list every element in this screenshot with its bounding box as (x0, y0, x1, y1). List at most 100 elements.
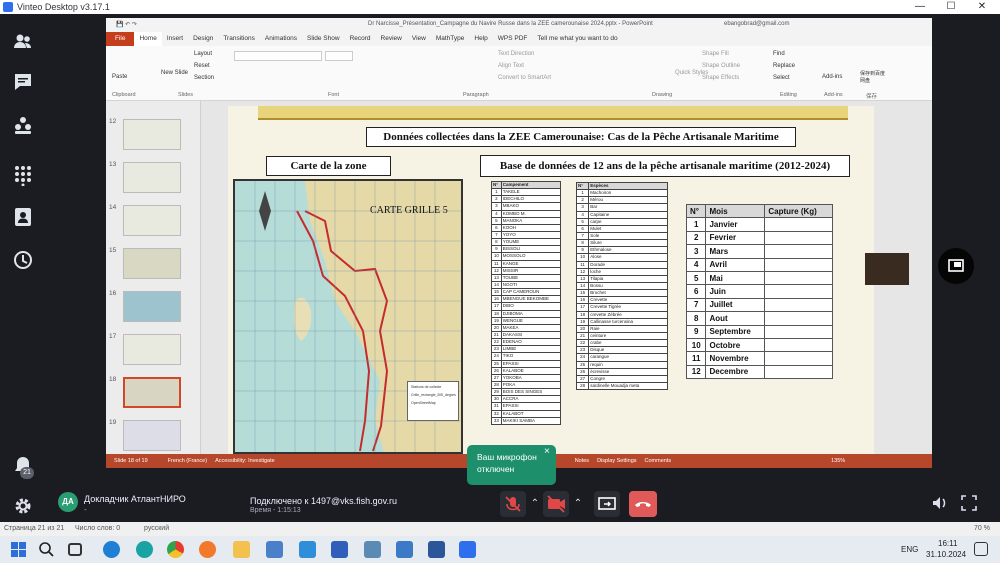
tab-transitions[interactable]: Transitions (218, 32, 260, 46)
table-row: 5 carpe (575, 217, 668, 226)
tab-mathtype[interactable]: MathType (431, 32, 470, 46)
shape-outline-button[interactable]: Shape Outline (702, 63, 740, 69)
slide-thumbnail[interactable] (123, 291, 181, 322)
edge-legacy-icon[interactable] (103, 541, 120, 558)
addins-button[interactable]: Add-ins (822, 74, 842, 80)
firefox-icon[interactable] (199, 541, 216, 558)
table-cell: 2 (491, 195, 502, 204)
app-icon[interactable] (331, 541, 348, 558)
contacts-icon[interactable] (12, 206, 34, 228)
comments-button[interactable]: Comments (645, 458, 672, 464)
table-row: 23 Disque (575, 346, 668, 355)
tab-file[interactable]: File (106, 32, 135, 46)
layout-button[interactable]: Layout (194, 51, 212, 57)
slide-thumbnail[interactable] (123, 420, 181, 451)
shape-effects-button[interactable]: Shape Effects (702, 75, 739, 81)
maximize-button[interactable]: ☐ (936, 0, 966, 14)
accessibility-status[interactable]: Accessibility: Investigate (215, 458, 275, 464)
align-text-button[interactable]: Align Text (498, 63, 524, 69)
groups-icon[interactable] (12, 114, 34, 136)
tab-animations[interactable]: Animations (260, 32, 302, 46)
screen-share-button[interactable] (594, 491, 620, 517)
vinteo-taskbar-icon[interactable] (459, 541, 476, 558)
hang-up-button[interactable] (629, 491, 657, 517)
connection-status: Подключено к 1497@vks.fish.gov.ru (250, 496, 397, 506)
reset-button[interactable]: Reset (194, 63, 210, 69)
tab-insert[interactable]: Insert (162, 32, 188, 46)
font-size-dropdown[interactable] (325, 51, 353, 61)
participants-icon[interactable] (12, 31, 34, 53)
section-button[interactable]: Section (194, 75, 214, 81)
tooltip-close-button[interactable]: × (544, 446, 550, 458)
table-cell: écrevisse (588, 367, 668, 376)
tab-wps-pdf[interactable]: WPS PDF (493, 32, 533, 46)
camera-toggle-button[interactable] (543, 491, 569, 517)
edge-browser-icon[interactable] (136, 541, 153, 558)
minimize-button[interactable]: — (905, 0, 935, 14)
picture-in-picture-button[interactable] (938, 248, 974, 284)
chrome-icon[interactable] (167, 541, 184, 558)
slide-thumbnail[interactable] (123, 162, 181, 193)
find-button[interactable]: Find (773, 51, 785, 57)
settings-gear-icon[interactable] (12, 495, 34, 517)
slide-thumbnail[interactable] (123, 248, 181, 279)
mail-icon[interactable] (299, 541, 316, 558)
store-icon[interactable] (266, 541, 283, 558)
replace-button[interactable]: Replace (773, 63, 795, 69)
tab-design[interactable]: Design (188, 32, 218, 46)
clock-time[interactable]: 16:11 (938, 539, 957, 548)
notes-button[interactable]: Notes (575, 458, 589, 464)
monthly-capture-table: N° Mois Capture (Kg) 1 Janvier 2 Fevrier 3 Mars 4… (685, 203, 833, 380)
app-icon[interactable] (364, 541, 381, 558)
tab-home[interactable]: Home (134, 32, 162, 46)
font-name-dropdown[interactable] (234, 51, 322, 61)
table-row: 14 NGOTI (491, 280, 562, 290)
slide-thumbnail-selected[interactable] (123, 377, 181, 408)
table-cell: sardinelle Mouadja meta (588, 381, 668, 391)
paste-button[interactable]: Paste (112, 74, 127, 80)
save-baidu-button[interactable]: 保存到百度网盘 (860, 70, 886, 84)
table-cell: Capitaine (588, 210, 668, 219)
chat-icon[interactable] (12, 71, 34, 93)
tab-slideshow[interactable]: Slide Show (302, 32, 345, 46)
shape-fill-button[interactable]: Shape Fill (702, 51, 729, 57)
table-cell: ceinture (588, 331, 668, 341)
keyboard-language[interactable]: ENG (901, 545, 918, 554)
file-explorer-icon[interactable] (233, 541, 250, 558)
notification-center-icon[interactable] (974, 542, 988, 556)
history-icon[interactable] (12, 249, 34, 271)
table-row: 20 Raie (575, 324, 668, 333)
volume-icon[interactable] (930, 493, 950, 513)
search-icon[interactable] (38, 541, 55, 558)
table-cell: 5 (685, 270, 707, 286)
mic-toggle-button[interactable] (500, 491, 526, 517)
text-direction-button[interactable]: Text Direction (498, 51, 534, 57)
table-cell-empty (764, 364, 833, 380)
slide-thumbnail[interactable] (123, 205, 181, 236)
task-view-icon[interactable] (68, 543, 82, 556)
convert-smartart-button[interactable]: Convert to SmartArt (498, 75, 551, 81)
slide-thumbnail[interactable] (123, 334, 181, 365)
new-slide-button[interactable]: New Slide (161, 70, 188, 76)
mic-options-chevron-icon[interactable]: ⌃ (526, 491, 544, 517)
word-icon[interactable] (428, 541, 445, 558)
ppt-save-icon[interactable]: 💾 ↶ ↷ (116, 21, 137, 28)
select-button[interactable]: Select (773, 75, 790, 81)
tab-review[interactable]: Review (376, 32, 407, 46)
windows-start-icon[interactable] (10, 541, 27, 558)
zoom-level[interactable]: 135% (831, 458, 845, 464)
tab-view[interactable]: View (407, 32, 431, 46)
clock-date[interactable]: 31.10.2024 (926, 550, 966, 559)
camera-options-chevron-icon[interactable]: ⌃ (569, 491, 587, 517)
fullscreen-icon[interactable] (959, 493, 979, 513)
close-button[interactable]: ✕ (967, 0, 997, 14)
table-cell: 28 (575, 381, 590, 391)
dialpad-icon[interactable] (12, 164, 34, 187)
tab-record[interactable]: Record (345, 32, 376, 46)
tab-help[interactable]: Help (469, 32, 492, 46)
app-icon[interactable] (396, 541, 413, 558)
table-cell: 18 (491, 309, 502, 318)
tell-me-search[interactable]: Tell me what you want to do (532, 32, 622, 46)
slide-thumbnail[interactable] (123, 119, 181, 150)
display-settings-button[interactable]: Display Settings (597, 458, 636, 464)
